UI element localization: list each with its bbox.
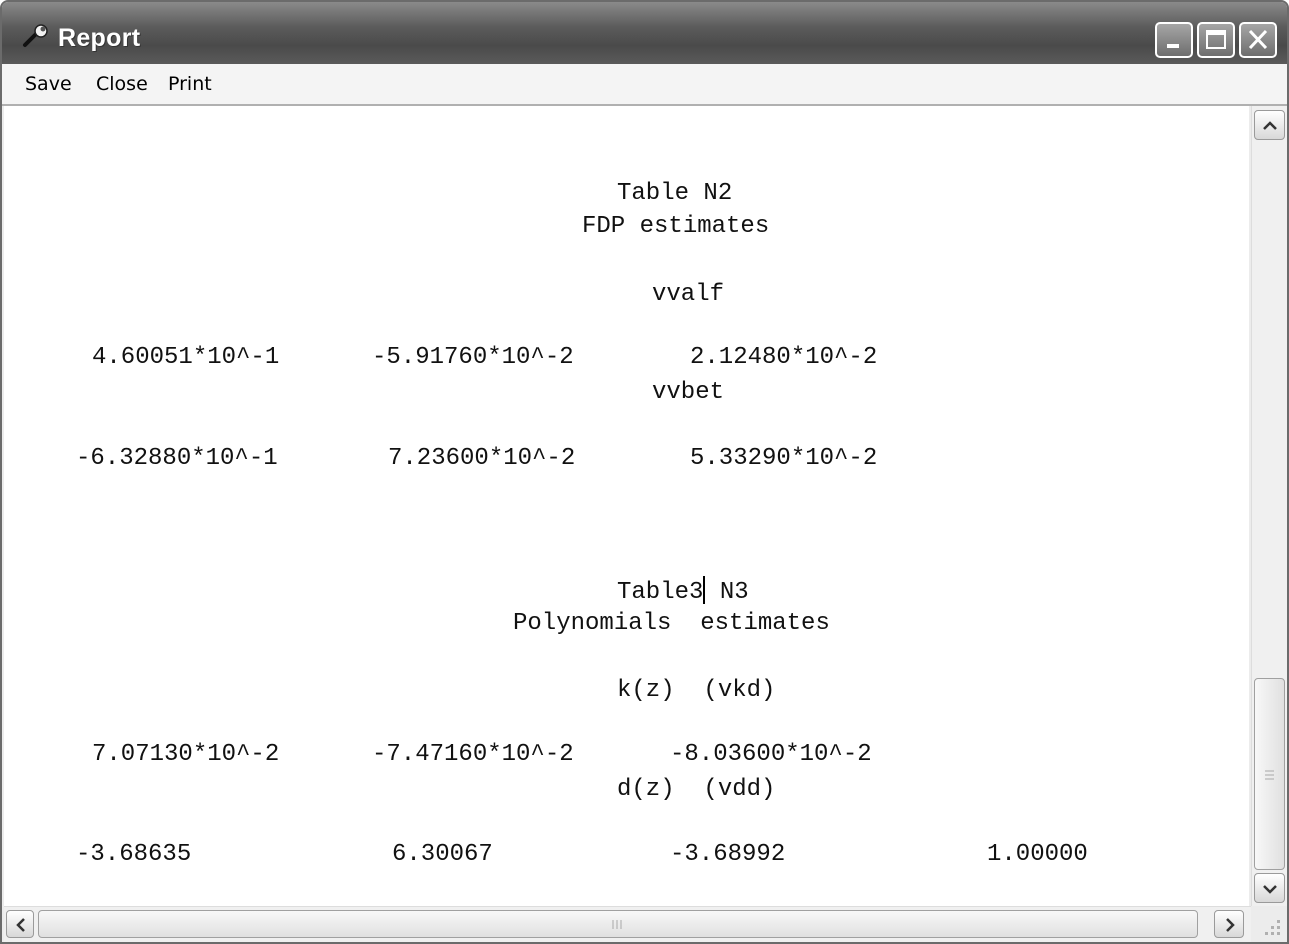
scroll-up-button[interactable] [1254,110,1285,140]
table3-title: Table3 N3 [617,576,749,606]
menu-save[interactable]: Save [25,73,72,95]
title-bar[interactable]: Report [2,2,1287,64]
chevron-left-icon [16,918,25,932]
close-icon [1248,29,1268,50]
chevron-up-icon [1263,121,1277,130]
maximize-button[interactable] [1197,22,1235,58]
maximize-icon [1206,30,1226,49]
minimize-button[interactable] [1155,22,1193,58]
vvalf-label: vvalf [652,281,725,308]
chevron-down-icon [1263,885,1277,894]
horizontal-scroll-thumb[interactable] [38,910,1198,938]
vkd-value-3: -8.03600*10^-2 [670,741,872,768]
vkd-value-2: -7.47160*10^-2 [372,741,574,768]
table3-title-end: N3 [705,579,749,606]
vvalf-value-2: -5.91760*10^-2 [372,344,574,371]
table2-title: Table N2 [617,180,733,207]
vertical-scroll-thumb[interactable] [1254,678,1285,870]
vvalf-value-1: 4.60051*10^-1 [92,344,280,371]
grip-lines-icon [612,920,622,929]
vvbet-value-1: -6.32880*10^-1 [76,445,278,472]
window-title: Report [58,24,141,52]
vvalf-value-3: 2.12480*10^-2 [690,344,878,371]
table3-subtitle: Polynomials estimates [513,610,830,637]
scroll-down-button[interactable] [1254,873,1285,903]
vdd-value-2: 6.30067 [392,841,493,868]
scroll-right-button[interactable] [1214,910,1244,938]
vdd-value-4: 1.00000 [987,841,1088,868]
vkd-label: k(z) (vkd) [617,677,776,704]
menu-close[interactable]: Close [96,73,148,95]
vvbet-label: vvbet [652,379,725,406]
minimize-icon [1167,44,1179,48]
report-window: Report Save Close Print Table N2 FDP est… [0,0,1289,944]
scroll-left-button[interactable] [6,910,34,938]
vvbet-value-2: 7.23600*10^-2 [388,445,576,472]
vdd-value-1: -3.68635 [76,841,192,868]
horizontal-scrollbar[interactable] [4,906,1251,942]
table3-title-start: Table3 [617,579,704,606]
vdd-label: d(z) (vdd) [617,776,776,803]
resize-grip-icon [1265,920,1280,935]
wrench-icon [22,24,50,48]
grip-lines-icon [1265,770,1274,780]
vvbet-value-3: 5.33290*10^-2 [690,445,878,472]
report-text-area[interactable]: Table N2 FDP estimates vvalf 4.60051*10^… [4,106,1249,906]
vertical-scrollbar[interactable] [1251,106,1287,906]
table2-subtitle: FDP estimates [582,213,770,240]
chevron-right-icon [1226,918,1235,932]
menu-bar: Save Close Print [2,64,1287,106]
vdd-value-3: -3.68992 [670,841,786,868]
resize-grip[interactable] [1251,906,1287,942]
menu-print[interactable]: Print [168,73,212,95]
vkd-value-1: 7.07130*10^-2 [92,741,280,768]
close-button[interactable] [1239,22,1277,58]
